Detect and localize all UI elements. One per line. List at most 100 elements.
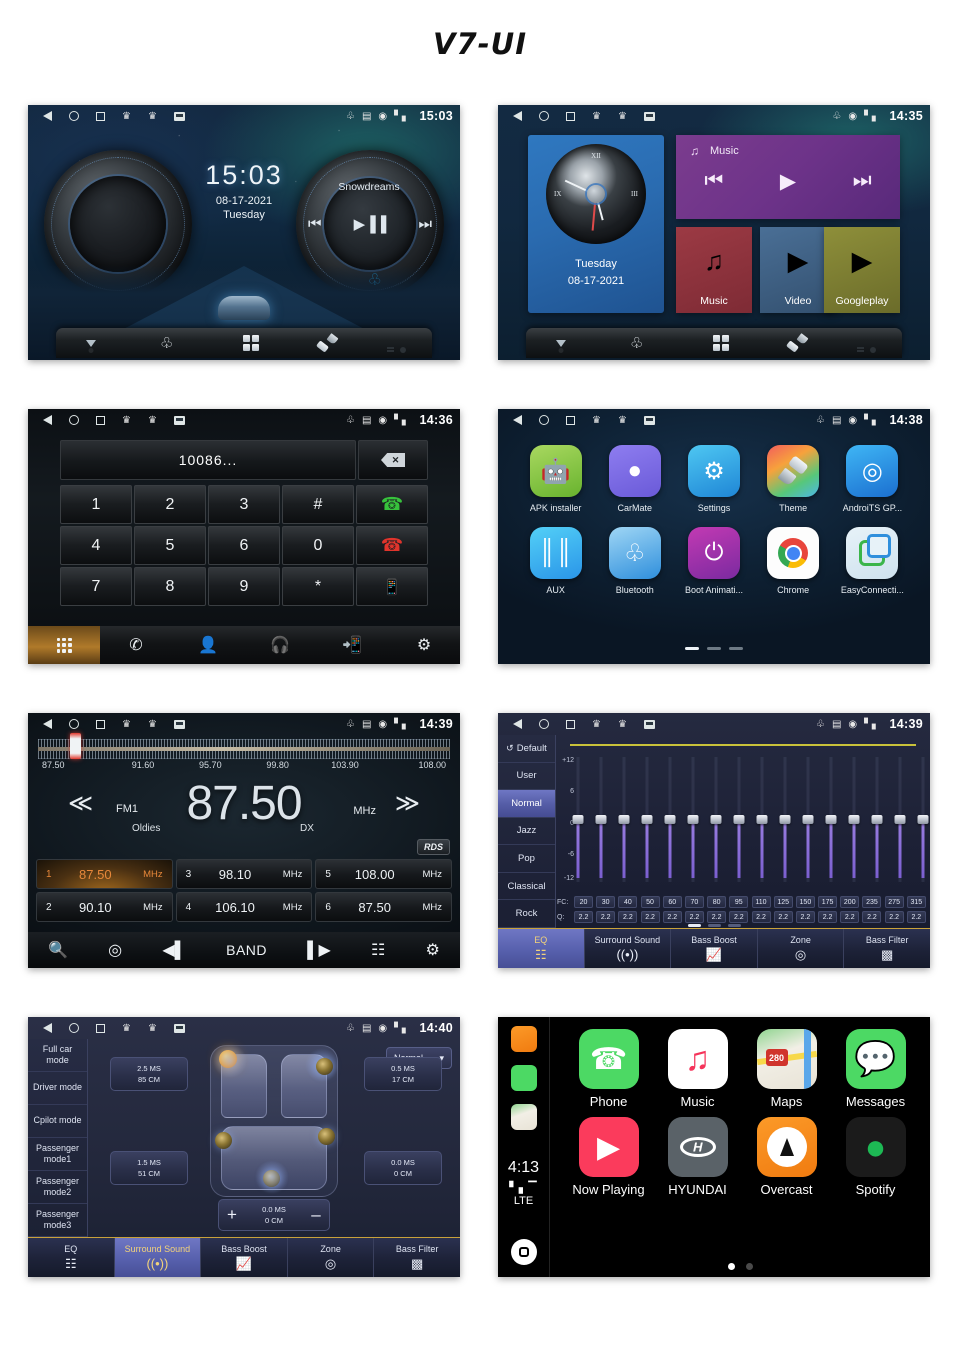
carplay-app-grid[interactable]: ☎ Phone ♫ Music 280 Maps 💬 Messages ▶ No…: [564, 1029, 920, 1197]
eq-band-slider[interactable]: [802, 757, 813, 882]
tab-bass-filter[interactable]: Bass Filter ▩: [844, 929, 930, 968]
slider-knob[interactable]: [572, 814, 583, 824]
overcast-icon[interactable]: [510, 1026, 537, 1052]
back-icon[interactable]: [513, 111, 522, 121]
delay-stepper[interactable]: + 0.0 MS 0 CM –: [218, 1199, 330, 1231]
contacts-icon[interactable]: 👤: [172, 626, 244, 664]
carplay-app-maps[interactable]: 280 Maps: [745, 1029, 829, 1109]
eq-band-slider[interactable]: [710, 757, 721, 882]
eq-band-slider[interactable]: [825, 757, 836, 882]
search-icon[interactable]: 🔍: [48, 940, 68, 960]
tuner-cursor[interactable]: [70, 733, 81, 759]
tab-zone[interactable]: Zone ◎: [288, 1238, 375, 1277]
tuner-bar[interactable]: [38, 747, 450, 751]
carplay-app-now-playing[interactable]: ▶ Now Playing: [567, 1117, 651, 1197]
mode-passenger-3[interactable]: Passenger mode3: [28, 1204, 87, 1237]
prev-track-button[interactable]: ⏮: [308, 216, 322, 233]
app-theme[interactable]: Theme: [757, 445, 829, 513]
q-value[interactable]: 2.2: [662, 911, 682, 923]
dialer-tabbar[interactable]: ✆ 👤 🎧 📲 ⚙: [28, 626, 460, 664]
mode-passenger-1[interactable]: Passenger mode1: [28, 1138, 87, 1171]
dial-keypad[interactable]: 1 2 3 # ☎ 4 5 6 0 ☎ 7 8 9 * 📱: [60, 485, 428, 606]
page-indicator[interactable]: [498, 647, 930, 650]
key-1[interactable]: 1: [60, 485, 132, 524]
messages-icon[interactable]: [510, 1065, 537, 1091]
fc-value[interactable]: 95: [729, 896, 749, 908]
preset-4[interactable]: 4 106.10 MHz: [175, 892, 313, 922]
eq-band-slider[interactable]: [595, 757, 606, 882]
key-9[interactable]: 9: [208, 567, 280, 606]
preset-1[interactable]: 1 87.50 MHz: [36, 859, 173, 889]
page-dot[interactable]: [727, 1263, 735, 1270]
home-dock[interactable]: ♧: [526, 328, 902, 358]
fc-value[interactable]: 110: [751, 896, 771, 908]
tab-eq[interactable]: EQ ☷: [498, 929, 585, 968]
prev-icon[interactable]: ◀▌: [162, 940, 186, 960]
home-icon[interactable]: [69, 111, 79, 121]
bluetooth-settings-icon[interactable]: ⚙: [388, 626, 460, 664]
bluetooth-icon[interactable]: ♧: [160, 336, 173, 351]
recents-icon[interactable]: [566, 415, 575, 425]
bluetooth-icon[interactable]: ♧: [630, 336, 643, 351]
tab-bass-filter[interactable]: Bass Filter ▩: [374, 1238, 460, 1277]
mode-driver[interactable]: Driver mode: [28, 1072, 87, 1105]
carplay-main[interactable]: ☎ Phone ♫ Music 280 Maps 💬 Messages ▶ No…: [550, 1017, 930, 1277]
slider-knob[interactable]: [871, 814, 882, 824]
back-icon[interactable]: [513, 415, 522, 425]
decrease-button[interactable]: –: [303, 1205, 329, 1225]
app-easyconnection[interactable]: EasyConnecti...: [836, 527, 908, 595]
carplay-app-overcast[interactable]: Overcast: [745, 1117, 829, 1197]
q-value[interactable]: 2.2: [729, 911, 749, 923]
fc-value[interactable]: 30: [596, 896, 616, 908]
music-widget[interactable]: ♫ Music ⏮ ▶ ⏭: [676, 135, 900, 219]
next-track-button[interactable]: ⏭: [853, 169, 872, 194]
slider-knob[interactable]: [733, 814, 744, 824]
q-value[interactable]: 2.2: [862, 911, 882, 923]
q-value[interactable]: 2.2: [884, 911, 904, 923]
app-grid[interactable]: 🤖 APK installer ● CarMate ⚙ Settings The…: [516, 445, 912, 595]
eq-band-slider[interactable]: [618, 757, 629, 882]
slider-knob[interactable]: [710, 814, 721, 824]
q-value[interactable]: 2.2: [840, 911, 860, 923]
slider-knob[interactable]: [641, 814, 652, 824]
back-icon[interactable]: [513, 719, 522, 729]
slider-knob[interactable]: [848, 814, 859, 824]
slider-knob[interactable]: [687, 814, 698, 824]
app-boot-animation[interactable]: ⏻ Boot Animati...: [678, 527, 750, 595]
play-button[interactable]: ▶: [780, 169, 796, 194]
tab-keypad[interactable]: [28, 626, 100, 664]
fc-value[interactable]: 70: [684, 896, 704, 908]
recents-icon[interactable]: [96, 415, 105, 425]
delay-rear-right[interactable]: 0.0 MS 0 CM: [364, 1151, 442, 1185]
q-value[interactable]: 2.2: [574, 911, 593, 923]
delay-front-left[interactable]: 2.5 MS 85 CM: [110, 1057, 188, 1091]
fc-value[interactable]: 80: [707, 896, 727, 908]
eq-band-slider[interactable]: [871, 757, 882, 882]
app-settings[interactable]: ⚙ Settings: [678, 445, 750, 513]
equalizer-icon[interactable]: ☷: [371, 940, 385, 960]
carplay-app-spotify[interactable]: ● Spotify: [834, 1117, 918, 1197]
q-value[interactable]: 2.2: [751, 911, 771, 923]
carplay-sidebar[interactable]: 4:13 ▘▖▔ LTE: [498, 1017, 550, 1277]
call-button[interactable]: ☎: [356, 485, 428, 524]
hangup-button[interactable]: ☎: [356, 526, 428, 565]
q-value[interactable]: 2.2: [618, 911, 638, 923]
page-dot[interactable]: [707, 647, 721, 650]
maps-icon[interactable]: [510, 1104, 537, 1130]
q-value[interactable]: 2.2: [707, 911, 727, 923]
app-aux[interactable]: ║║ AUX: [520, 527, 592, 595]
recents-icon[interactable]: [96, 1023, 105, 1033]
eq-preset-normal[interactable]: Normal: [498, 790, 555, 818]
carplay-app-phone[interactable]: ☎ Phone: [567, 1029, 651, 1109]
carplay-app-music[interactable]: ♫ Music: [656, 1029, 740, 1109]
key-6[interactable]: 6: [208, 526, 280, 565]
carplay-app-messages[interactable]: 💬 Messages: [834, 1029, 918, 1109]
back-icon[interactable]: [43, 1023, 52, 1033]
audio-tabbar[interactable]: EQ ☷ Surround Sound ((•)) Bass Boost 📈 Z…: [498, 928, 930, 968]
key-2[interactable]: 2: [134, 485, 206, 524]
slider-knob[interactable]: [595, 814, 606, 824]
key-4[interactable]: 4: [60, 526, 132, 565]
rds-badge[interactable]: RDS: [416, 839, 450, 855]
fc-value[interactable]: 125: [773, 896, 793, 908]
carplay-app-hyundai[interactable]: HYUNDAI: [656, 1117, 740, 1197]
